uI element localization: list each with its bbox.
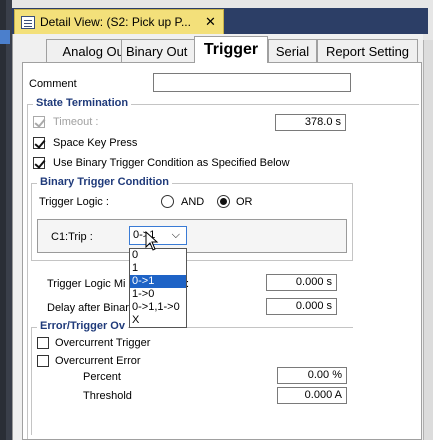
use-binary-trigger-checkbox[interactable] [33, 157, 45, 169]
state-termination-title: State Termination [33, 97, 132, 109]
trigger-logic-label: Trigger Logic : [39, 196, 109, 208]
dropdown-option[interactable]: 0->1,1->0 [130, 301, 186, 314]
overcurrent-trigger-label: Overcurrent Trigger [55, 337, 151, 349]
percent-value[interactable]: 0.00 % [277, 367, 347, 384]
tab-label: Report Setting [325, 43, 410, 59]
dropdown-option-selected[interactable]: 0->1 [130, 275, 186, 288]
detail-view-icon [21, 15, 35, 29]
overcurrent-error-label: Overcurrent Error [55, 355, 141, 367]
document-tab-title: Detail View: (S2: Pick up P... [40, 15, 191, 29]
tab-bar: Analog Out Binary Out Trigger Serial Rep… [22, 36, 422, 63]
c1-trip-label: C1:Trip : [51, 231, 93, 243]
document-tab[interactable]: Detail View: (S2: Pick up P... ✕ [14, 9, 224, 34]
delay-value[interactable]: 0.000 s [266, 298, 337, 315]
timeout-checkbox[interactable] [33, 116, 45, 128]
binary-trigger-title: Binary Trigger Condition [37, 176, 172, 188]
trigger-tab-content: Comment State Termination Timeout : 378.… [22, 62, 422, 440]
tab-report-setting[interactable]: Report Setting [317, 39, 418, 62]
or-label: OR [236, 196, 253, 208]
threshold-label: Threshold [83, 390, 132, 402]
overcurrent-trigger-checkbox[interactable] [37, 337, 49, 349]
mouse-pointer-icon [145, 231, 159, 251]
dropdown-option[interactable]: 1->0 [130, 288, 186, 301]
use-binary-trigger-label: Use Binary Trigger Condition as Specifie… [53, 157, 290, 169]
comment-label: Comment [29, 78, 77, 90]
tab-label: Serial [275, 43, 310, 59]
overcurrent-error-checkbox[interactable] [37, 355, 49, 367]
or-radio[interactable] [217, 195, 230, 208]
min-duration-label: Trigger Logic Mi [47, 278, 126, 290]
and-label: AND [181, 196, 205, 208]
vertical-scrollbar[interactable] [423, 40, 433, 440]
timeout-value[interactable]: 378.0 s [275, 114, 346, 131]
percent-label: Percent [83, 371, 121, 383]
left-panel-edge [0, 0, 12, 440]
timeout-label: Timeout : [53, 116, 99, 128]
space-key-checkbox[interactable] [33, 137, 45, 149]
tab-label: Trigger [203, 41, 259, 58]
tab-binary-out[interactable]: Binary Out [121, 39, 197, 62]
dropdown-option[interactable]: 1 [130, 262, 186, 275]
c1-trip-dropdown-list[interactable]: 0 1 0->1 1->0 0->1,1->0 X [129, 248, 187, 328]
dropdown-option[interactable]: X [130, 314, 186, 327]
and-radio[interactable] [161, 195, 174, 208]
error-trigger-title: Error/Trigger Ov [37, 320, 128, 332]
tab-label: Binary Out [126, 43, 188, 59]
tab-label: Analog Out [62, 43, 128, 59]
comment-input[interactable] [153, 73, 351, 92]
min-duration-value[interactable]: 0.000 s [266, 274, 337, 291]
tab-serial[interactable]: Serial [268, 39, 317, 62]
threshold-value[interactable]: 0.000 A [277, 387, 347, 404]
space-key-label: Space Key Press [53, 137, 138, 149]
close-icon[interactable]: ✕ [205, 14, 216, 30]
delay-label: Delay after Binar [47, 302, 129, 314]
tab-trigger[interactable]: Trigger [194, 36, 268, 63]
chevron-down-icon: ⌵ [171, 229, 180, 241]
